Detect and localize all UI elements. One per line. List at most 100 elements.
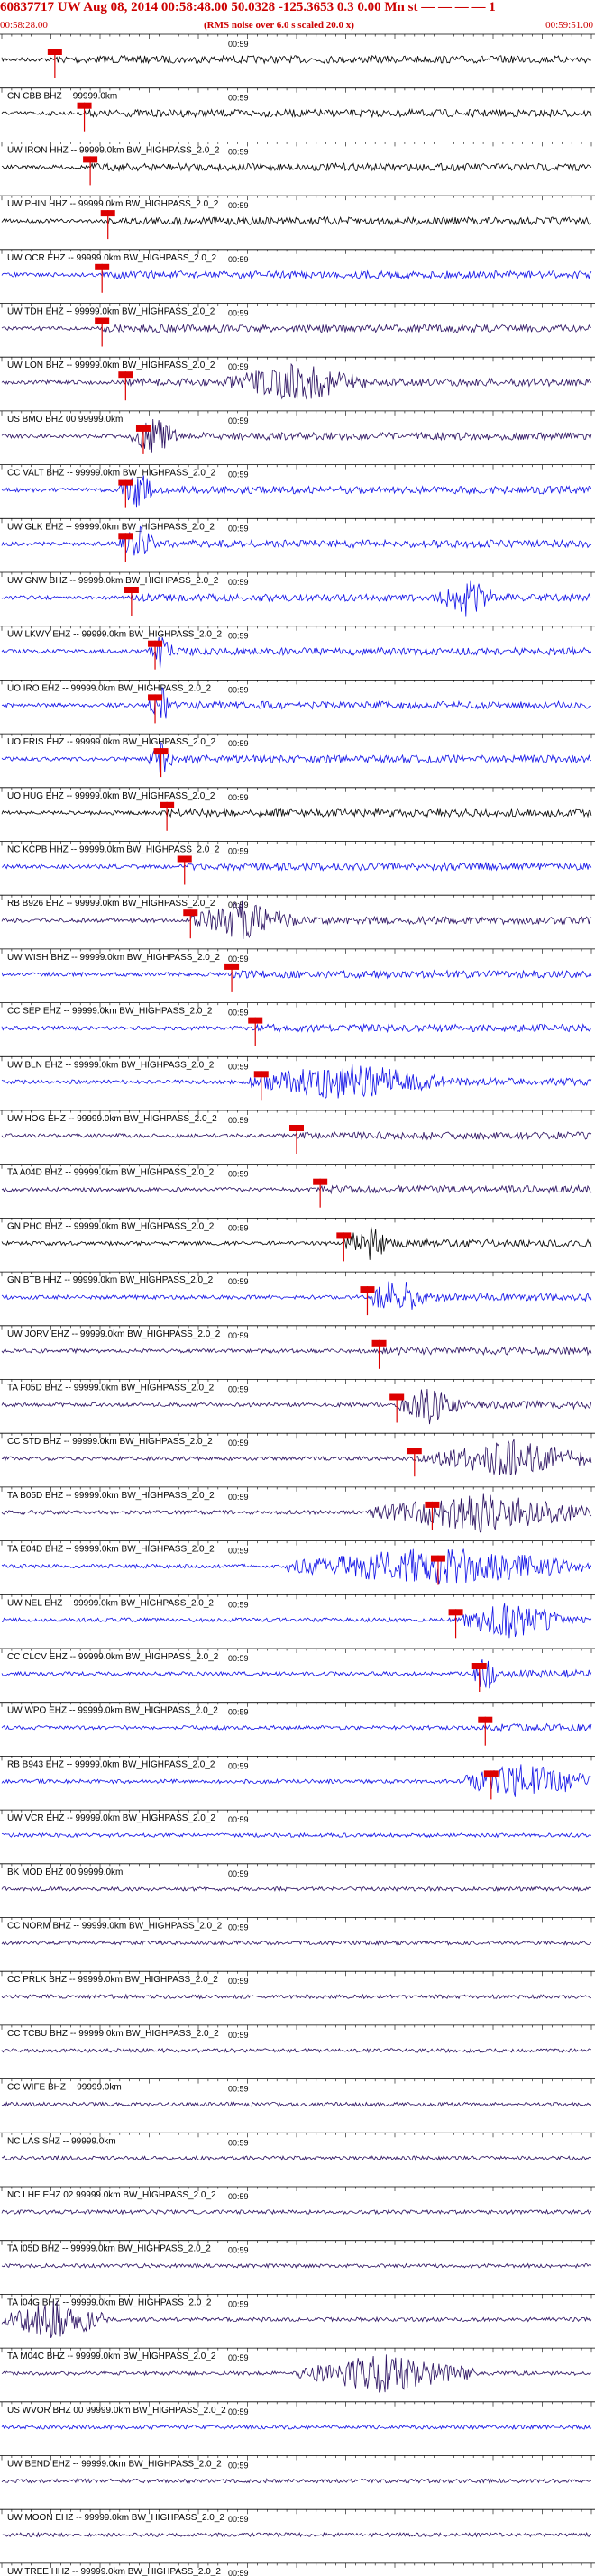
minute-tick-label: 00:59	[228, 1170, 249, 1179]
station-label: RB B943 EHZ -- 99999.0km BW_HIGHPASS_2.0…	[7, 1759, 215, 1769]
waveform	[1, 108, 592, 119]
station-label: UW BLN EHZ -- 99999.0km BW_HIGHPASS_2.0_…	[7, 1060, 215, 1070]
minute-tick-label: 00:59	[228, 255, 249, 264]
waveform	[1, 861, 592, 872]
station-label: TA A04D BHZ -- 99999.0km BW_HIGHPASS_2.0…	[7, 1168, 215, 1178]
trace-row: 00:59 CC CLCV EHZ -- 99999.0km BW_HIGHPAS…	[0, 1648, 595, 1692]
trace-row: 00:59 UO FRIS EHZ -- 99999.0km BW_HIGHPAS…	[0, 733, 595, 778]
waveform	[1, 1023, 591, 1034]
waveform	[1, 580, 592, 617]
minute-tick-label: 00:59	[228, 2031, 249, 2040]
trace-row: 00:59 UW JORV EHZ -- 99999.0km BW_HIGHPAS…	[0, 1325, 595, 1369]
minute-tick-label: 00:59	[228, 2085, 249, 2094]
waveform	[1, 1886, 592, 1893]
waveform	[1, 2478, 591, 2484]
station-label: CC STD BHZ -- 99999.0km BW_HIGHPASS_2.0_…	[7, 1437, 213, 1447]
minute-tick-label: 00:59	[228, 40, 249, 49]
waveform	[1, 741, 592, 776]
trace-row: 00:59 UO HUG EHZ -- 99999.0km BW_HIGHPASS…	[0, 787, 595, 831]
trace-row: 00:59 UW GLK EHZ -- 99999.0km BW_HIGHPASS…	[0, 517, 595, 562]
minute-tick-label: 00:59	[228, 739, 249, 748]
trace-row: 00:59 RB B926 EHZ -- 99999.0km BW_HIGHPAS…	[0, 894, 595, 940]
station-label: GN PHC BHZ -- 99999.0km BW_HIGHPASS_2.0_…	[7, 1221, 215, 1231]
station-label: US WVOR BHZ 00 99999.0km BW_HIGHPASS_2.0…	[7, 2406, 226, 2416]
waveform	[1, 1832, 592, 1839]
trace-row: 00:59 CC NORM BHZ -- 99999.0km BW_HIGHPAS…	[0, 1917, 595, 1946]
waveform	[1, 808, 592, 818]
trace-row: 00:59 TA B05D BHZ -- 99999.0km BW_HIGHPAS…	[0, 1486, 595, 1533]
trace-row: 00:59 TA I05D BHZ -- 99999.0km BW_HIGHPAS…	[0, 2240, 595, 2269]
minute-tick-label: 00:59	[228, 1223, 249, 1232]
station-label: UW JORV EHZ -- 99999.0km BW_HIGHPASS_2.0…	[7, 1329, 221, 1339]
minute-tick-label: 00:59	[228, 1869, 249, 1878]
trace-row: 00:59 UW PHIN HHZ -- 99999.0km BW_HIGHPAS…	[0, 195, 595, 240]
minute-tick-label: 00:59	[228, 1331, 249, 1340]
waveform	[1, 215, 592, 226]
station-label: UW WPO EHZ -- 99999.0km BW_HIGHPASS_2.0_…	[7, 1706, 218, 1716]
trace-row: 00:59 UW GNW BHZ -- 99999.0km BW_HIGHPASS…	[0, 571, 595, 617]
station-label: GN BTB HHZ -- 99999.0km BW_HIGHPASS_2.0_…	[7, 1275, 214, 1285]
trace-row: 00:59 US BMO BHZ 00 99999.0km	[0, 410, 595, 454]
minute-tick-label: 00:59	[228, 94, 249, 103]
minute-tick-label: 00:59	[228, 1493, 249, 1502]
trace-row: 00:59 UW LKWY EHZ -- 99999.0km BW_HIGHPAS…	[0, 626, 595, 671]
waveform	[1, 2154, 592, 2161]
trace-row: 00:59 UW BLN EHZ -- 99999.0km BW_HIGHPASS…	[0, 1055, 595, 1101]
trace-row: 00:59 UW LON BHZ -- 99999.0km BW_HIGHPASS…	[0, 356, 595, 401]
station-label: UW OCR EHZ -- 99999.0km BW_HIGHPASS_2.0_…	[7, 253, 217, 263]
minute-tick-label: 00:59	[228, 470, 249, 480]
minute-tick-label: 00:59	[228, 201, 249, 210]
trace-row: 00:59TA I04G BHZ -- 99999.0km BW_HIGHPAS…	[0, 2293, 595, 2338]
station-label: CC TCBU BHZ -- 99999.0km BW_HIGHPASS_2.0…	[7, 2029, 219, 2039]
waveform	[1, 475, 592, 508]
station-label: UW NEL EHZ -- 99999.0km BW_HIGHPASS_2.0_…	[7, 1598, 214, 1608]
minute-tick-label: 00:59	[228, 578, 249, 587]
minute-tick-label: 00:59	[228, 2246, 249, 2255]
minute-tick-label: 00:59	[228, 685, 249, 694]
minute-tick-label: 00:59	[228, 847, 249, 856]
minute-tick-label: 00:59	[228, 793, 249, 802]
trace-row: 00:59 UO IRO EHZ -- 99999.0km BW_HIGHPASS…	[0, 680, 595, 724]
station-label: CC SEP EHZ -- 99999.0km BW_HIGHPASS_2.0_…	[7, 1007, 213, 1017]
station-label: UW LON BHZ -- 99999.0km BW_HIGHPASS_2.0_…	[7, 361, 215, 370]
station-label: TA I05D BHZ -- 99999.0km BW_HIGHPASS_2.0…	[7, 2244, 211, 2254]
minute-tick-label: 00:59	[228, 1761, 249, 1770]
minute-tick-label: 00:59	[228, 2353, 249, 2362]
trace-row: 00:59 GN BTB HHZ -- 99999.0km BW_HIGHPASS…	[0, 1271, 595, 1316]
waveform	[1, 1388, 592, 1425]
trace-row: 00:59 UW IRON HHZ -- 99999.0km BW_HIGHPAS…	[0, 141, 595, 186]
station-label: TA E04D BHZ -- 99999.0km BW_HIGHPASS_2.0…	[7, 1545, 215, 1555]
station-label: CC CLCV EHZ -- 99999.0km BW_HIGHPASS_2.0…	[7, 1652, 219, 1662]
station-label: TA B05D BHZ -- 99999.0km BW_HIGHPASS_2.0…	[7, 1491, 215, 1501]
station-label: UO FRIS EHZ -- 99999.0km BW_HIGHPASS_2.0…	[7, 737, 215, 747]
waveform	[1, 323, 592, 333]
minute-tick-label: 00:59	[228, 309, 249, 318]
minute-tick-label: 00:59	[228, 2569, 249, 2576]
waveform	[1, 1722, 592, 1733]
waveform	[1, 1940, 592, 1946]
trace-row: 00:59 GN PHC BHZ -- 99999.0km BW_HIGHPASS…	[0, 1218, 595, 1262]
waveform	[1, 2208, 592, 2215]
minute-tick-label: 00:59	[228, 1600, 249, 1609]
trace-row: 00:59 UW WISH BHZ -- 99999.0km BW_HIGHPAS…	[0, 948, 595, 992]
minute-tick-label: 00:59	[228, 632, 249, 641]
station-label: UO HUG EHZ -- 99999.0km BW_HIGHPASS_2.0_…	[7, 791, 215, 801]
station-label: NC LHE EHZ 02 99999.0km BW_HIGHPASS_2.0_…	[7, 2190, 216, 2200]
station-label: UW IRON HHZ -- 99999.0km BW_HIGHPASS_2.0…	[7, 145, 220, 155]
station-label: UW BEND EHZ -- 99999.0km BW_HIGHPASS_2.0…	[7, 2460, 222, 2470]
seismogram-panel: 00:59 00:59 CN CBB BHZ -- 99999.0km 00:59 UW…	[0, 33, 595, 2576]
minute-tick-label: 00:59	[228, 1923, 249, 1932]
waveform	[1, 2262, 592, 2269]
station-label: NC KCPB HHZ -- 99999.0km BW_HIGHPASS_2.0…	[7, 845, 220, 855]
station-label: CC NORM BHZ -- 99999.0km BW_HIGHPASS_2.0…	[7, 1922, 223, 1932]
minute-tick-label: 00:59	[228, 1708, 249, 1717]
station-label: UW LKWY EHZ -- 99999.0km BW_HIGHPASS_2.0…	[7, 630, 222, 640]
waveform	[1, 1993, 592, 2000]
trace-row: 00:59 CC SEP EHZ -- 99999.0km BW_HIGHPASS…	[0, 1002, 595, 1046]
minute-tick-label: 00:59	[228, 2299, 249, 2308]
waveform	[1, 269, 592, 280]
trace-row: 00:59 TA M04C BHZ -- 99999.0km BW_HIGHPAS…	[0, 2347, 595, 2393]
trace-row: 00:59 NC LAS SHZ -- 99999.0km	[0, 2132, 595, 2161]
minute-tick-label: 00:59	[228, 900, 249, 909]
minute-tick-label: 00:59	[228, 1547, 249, 1556]
